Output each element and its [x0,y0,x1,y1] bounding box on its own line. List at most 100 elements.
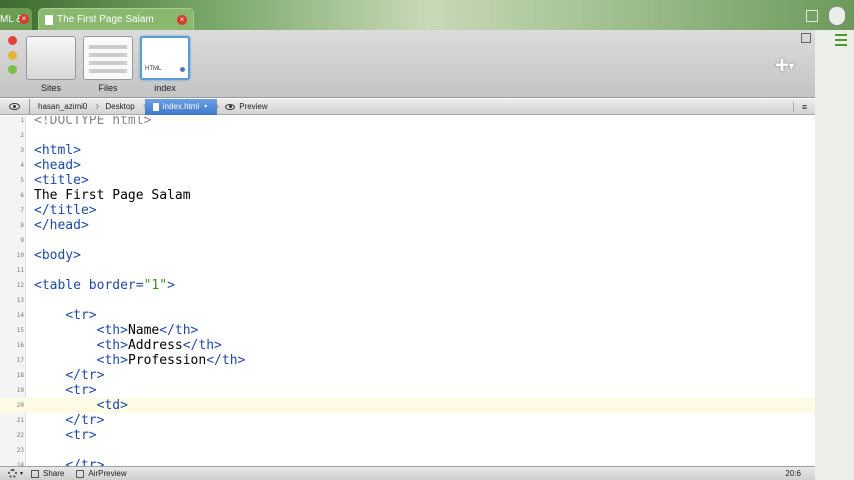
files-thumbnail [83,36,133,80]
browser-tab-active[interactable]: The First Page Salam × [38,8,194,30]
chevron-down-icon[interactable]: ▾ [20,470,23,477]
line-number: 1 [20,117,24,124]
crumb-label: index.html [162,102,200,111]
line-number: 4 [20,162,24,169]
share-button[interactable]: Share [43,469,64,478]
eye-icon [225,103,236,110]
tab-label: The First Page Salam [57,14,154,25]
code-line[interactable]: 23 [0,443,815,458]
code-line[interactable]: 20 <td> [0,398,815,413]
eye-toggle-button[interactable] [0,98,30,115]
breadcrumb-desktop[interactable]: Desktop [97,99,147,115]
line-number: 16 [16,342,24,349]
airpreview-button[interactable]: AirPreview [88,469,126,478]
code-line[interactable]: 12 <table border="1"> [0,278,815,293]
code-text: <title> [34,173,89,188]
code-text: <body> [34,248,81,263]
line-number: 17 [16,357,24,364]
close-icon[interactable]: × [177,15,187,25]
code-text: <tr> [65,308,97,323]
file-icon [152,102,159,111]
code-line[interactable]: 9 [0,233,815,248]
page-icon [45,14,53,25]
code-text: <html> [34,143,81,158]
preview-button[interactable]: Preview [217,99,277,115]
line-number: 3 [20,147,24,154]
code-text: <tr> [65,383,97,398]
code-line[interactable]: 15 <th>Name</th> [0,323,815,338]
line-number: 21 [16,417,24,424]
code-line[interactable]: 18 </tr> [0,368,815,383]
list-icon: ≡ [801,101,808,112]
line-number: 18 [16,372,24,379]
line-number: 5 [20,177,24,184]
code-line[interactable]: 19 <tr> [0,383,815,398]
code-text: </tr> [65,458,105,466]
options-menu-button[interactable]: ≡ [793,101,815,112]
browser-tab-previous[interactable]: ML & × [0,8,32,30]
code-line[interactable]: 1 <!DOCTYPE html> [0,116,815,128]
close-window-button[interactable] [8,36,17,45]
code-text: <head> [34,158,81,173]
fullscreen-icon[interactable] [806,10,818,22]
code-text: <table border="1"> [34,278,175,293]
code-text: <th>Name</th> [96,323,199,338]
line-number: 10 [16,252,24,259]
code-text: The First Page Salam [34,188,191,203]
zoom-window-button[interactable] [8,65,17,74]
browser-tab-strip: ML & × The First Page Salam × [0,0,854,30]
menu-icon[interactable] [835,34,847,46]
code-line[interactable]: 22 <tr> [0,428,815,443]
toolbar-sites-button[interactable]: Sites [25,36,77,93]
share-icon [31,469,40,478]
line-number: 7 [20,207,24,214]
airpreview-icon [76,469,85,478]
code-line[interactable]: 8 </head> [0,218,815,233]
code-line[interactable]: 16 <th>Address</th> [0,338,815,353]
breadcrumb-file[interactable]: index.html ▾ [144,98,220,115]
breadcrumb-user[interactable]: hasan_azimi0 [30,99,100,115]
add-button[interactable]: +▾ [775,52,794,80]
code-line[interactable]: 21 </tr> [0,413,815,428]
code-line[interactable]: 5 <title> [0,173,815,188]
code-line[interactable]: 6 The First Page Salam [0,188,815,203]
code-line[interactable]: 14 <tr> [0,308,815,323]
toolbar-label: index [154,83,176,93]
line-number: 20 [16,402,24,409]
line-number: 6 [20,192,24,199]
code-text: <!DOCTYPE html> [34,116,152,128]
close-icon[interactable]: × [19,14,29,24]
line-number: 2 [20,132,24,139]
code-line[interactable]: 24 </tr> [0,458,815,466]
code-line[interactable]: 7 </title> [0,203,815,218]
side-panel [815,30,854,480]
expand-icon[interactable] [801,33,811,43]
toolbar-index-button[interactable]: HTML index [139,36,191,93]
code-line[interactable]: 11 [0,263,815,278]
code-line[interactable]: 2 [0,128,815,143]
minimize-window-button[interactable] [8,51,17,60]
code-line[interactable]: 13 [0,293,815,308]
code-line[interactable]: 4 <head> [0,158,815,173]
editor-window: Sites Files HTML index +▾ hasan_azimi0 D… [0,30,815,480]
line-number: 8 [20,222,24,229]
toolbar-label: Sites [40,83,61,93]
code-text: </title> [34,203,97,218]
thumb-text: HTML [145,66,162,72]
code-line[interactable]: 3 <html> [0,143,815,158]
cursor-position: 20:6 [785,469,801,478]
line-number: 14 [16,312,24,319]
gear-icon[interactable] [8,469,17,478]
code-editor[interactable]: 1 <!DOCTYPE html> 2 3 <html> 4 <head> 5 <title> 6… [0,116,815,466]
crumb-label: hasan_azimi0 [38,102,88,111]
code-text: </tr> [65,413,105,428]
index-thumbnail: HTML [140,36,190,80]
toolbar-files-button[interactable]: Files [82,36,134,93]
plus-icon: + [775,52,790,79]
code-line[interactable]: 17 <th>Profession</th> [0,353,815,368]
code-line[interactable]: 10 <body> [0,248,815,263]
preview-label: Preview [239,102,268,111]
alien-icon[interactable] [828,6,846,26]
status-bar: ▾ Share AirPreview 20:6 [0,466,815,480]
line-number: 23 [16,447,24,454]
